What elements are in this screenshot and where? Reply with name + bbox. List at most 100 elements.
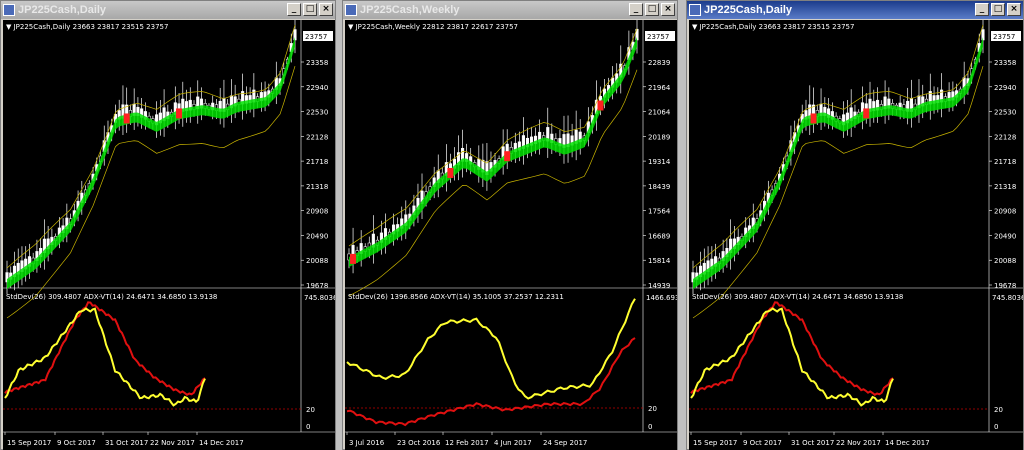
price-tick-label: 21318 [994, 183, 1016, 191]
price-tick-label: 20189 [648, 133, 670, 141]
time-tick-label: 24 Sep 2017 [543, 439, 587, 447]
chart-window-2[interactable]: JP225Cash,Weekly _ □ × ▼ JP225Cash,Weekl… [342, 0, 678, 450]
price-tick-label: 21064 [648, 109, 671, 117]
indicator-zero-label: 0 [648, 423, 652, 431]
price-tick-label: 21964 [648, 84, 671, 92]
chart-canvas[interactable]: ▼ JP225Cash,Daily 23663 23817 23515 2375… [3, 20, 335, 450]
indicator-level-label: 20 [306, 406, 315, 414]
minimize-button[interactable]: _ [629, 3, 643, 16]
lower-envelope-line [348, 69, 638, 297]
upper-envelope-line [6, 24, 296, 269]
indicator-max-label: 745.8036 [992, 294, 1023, 302]
time-tick-label: 14 Dec 2017 [885, 439, 930, 447]
price-tick-label: 19678 [306, 282, 328, 290]
minimize-button[interactable]: _ [287, 3, 301, 16]
upper-envelope-line [692, 24, 984, 269]
window-title: JP225Cash,Weekly [360, 4, 460, 16]
maximize-button[interactable]: □ [991, 3, 1005, 16]
indicator-label: StdDev(26) 309.4807 ADX-VT(14) 24.6471 3… [6, 293, 217, 301]
window-titlebar[interactable]: JP225Cash,Daily _ □ × [687, 1, 1023, 19]
price-tick-label: 20908 [994, 208, 1016, 216]
chart-icon [345, 4, 357, 16]
stddev-line [690, 307, 894, 407]
trend-band-reversal [447, 167, 454, 178]
trend-band-reversal [504, 151, 511, 162]
current-price-label: 23757 [305, 33, 327, 41]
price-tick-label: 23358 [306, 59, 328, 67]
chart-window-3[interactable]: JP225Cash,Daily _ □ × ▼ JP225Cash,Daily … [686, 0, 1024, 450]
stddev-line [346, 298, 636, 400]
maximize-button[interactable]: □ [645, 3, 659, 16]
trend-band [693, 37, 983, 289]
time-tick-label: 9 Oct 2017 [743, 439, 782, 447]
adx-vt-line [346, 337, 636, 427]
window-title: JP225Cash,Daily [18, 4, 107, 16]
time-tick-label: 9 Oct 2017 [57, 439, 96, 447]
adx-vt-line [690, 301, 894, 397]
time-tick-label: 22 Nov 2017 [836, 439, 881, 447]
chart-window-1[interactable]: JP225Cash,Daily _ □ × ▼ JP225Cash,Daily … [0, 0, 336, 450]
close-button[interactable]: × [1007, 3, 1021, 16]
time-tick-label: 3 Jul 2016 [349, 439, 385, 447]
price-tick-label: 20490 [994, 232, 1016, 240]
trend-band-reversal [350, 253, 357, 264]
price-tick-label: 20908 [306, 208, 328, 216]
chart-icon [689, 4, 701, 16]
stddev-line [4, 307, 206, 407]
price-tick-label: 20490 [306, 232, 328, 240]
time-tick-label: 22 Nov 2017 [150, 439, 195, 447]
indicator-label: StdDev(26) 309.4807 ADX-VT(14) 24.6471 3… [692, 293, 903, 301]
time-tick-label: 15 Sep 2017 [693, 439, 737, 447]
close-button[interactable]: × [661, 3, 675, 16]
time-tick-label: 12 Feb 2017 [445, 439, 489, 447]
price-tick-label: 22128 [306, 133, 328, 141]
price-tick-label: 22128 [994, 133, 1016, 141]
window-titlebar[interactable]: JP225Cash,Daily _ □ × [1, 1, 335, 19]
trend-band-reversal [597, 100, 604, 111]
price-tick-label: 20088 [994, 257, 1016, 265]
price-tick-label: 22530 [306, 109, 328, 117]
chart-canvas[interactable]: ▼ JP225Cash,Weekly 22812 23817 22617 237… [345, 20, 677, 450]
price-tick-label: 17564 [648, 208, 671, 216]
trend-band [349, 37, 637, 267]
price-tick-label: 19678 [994, 282, 1016, 290]
symbol-info-label: ▼ JP225Cash,Daily 23663 23817 23515 2375… [692, 23, 854, 31]
trend-band-reversal [810, 113, 817, 124]
window-titlebar[interactable]: JP225Cash,Weekly _ □ × [343, 1, 677, 19]
indicator-level-label: 20 [994, 406, 1003, 414]
upper-envelope-line [348, 28, 638, 247]
indicator-level-label: 20 [648, 405, 657, 413]
trend-band-reversal [863, 108, 870, 119]
price-tick-label: 20088 [306, 257, 328, 265]
indicator-max-label: 1466.693 [646, 294, 677, 302]
current-price-label: 23757 [993, 33, 1015, 41]
price-tick-label: 22940 [994, 84, 1016, 92]
time-tick-label: 14 Dec 2017 [199, 439, 244, 447]
price-tick-label: 22530 [994, 109, 1016, 117]
minimize-button[interactable]: _ [975, 3, 989, 16]
symbol-info-label: ▼ JP225Cash,Daily 23663 23817 23515 2375… [6, 23, 168, 31]
trend-band-reversal [123, 113, 130, 124]
close-button[interactable]: × [319, 3, 333, 16]
time-tick-label: 4 Jun 2017 [494, 439, 532, 447]
current-price-label: 23757 [647, 33, 669, 41]
time-tick-label: 23 Oct 2016 [397, 439, 441, 447]
adx-vt-line [4, 301, 206, 397]
indicator-zero-label: 0 [994, 423, 998, 431]
indicator-max-label: 745.8036 [304, 294, 335, 302]
time-tick-label: 31 Oct 2017 [791, 439, 834, 447]
price-tick-label: 21718 [994, 158, 1016, 166]
chart-icon [3, 4, 15, 16]
price-tick-label: 18439 [648, 183, 670, 191]
price-tick-label: 21318 [306, 183, 328, 191]
indicator-zero-label: 0 [306, 423, 310, 431]
chart-canvas[interactable]: ▼ JP225Cash,Daily 23663 23817 23515 2375… [689, 20, 1023, 450]
trend-band [7, 37, 295, 289]
trend-band-reversal [176, 108, 183, 119]
maximize-button[interactable]: □ [303, 3, 317, 16]
price-tick-label: 14939 [648, 282, 670, 290]
time-tick-label: 15 Sep 2017 [7, 439, 51, 447]
indicator-label: StdDev(26) 1396.8566 ADX-VT(14) 35.1005 … [348, 293, 564, 301]
price-tick-label: 22940 [306, 84, 328, 92]
price-tick-label: 16689 [648, 232, 670, 240]
